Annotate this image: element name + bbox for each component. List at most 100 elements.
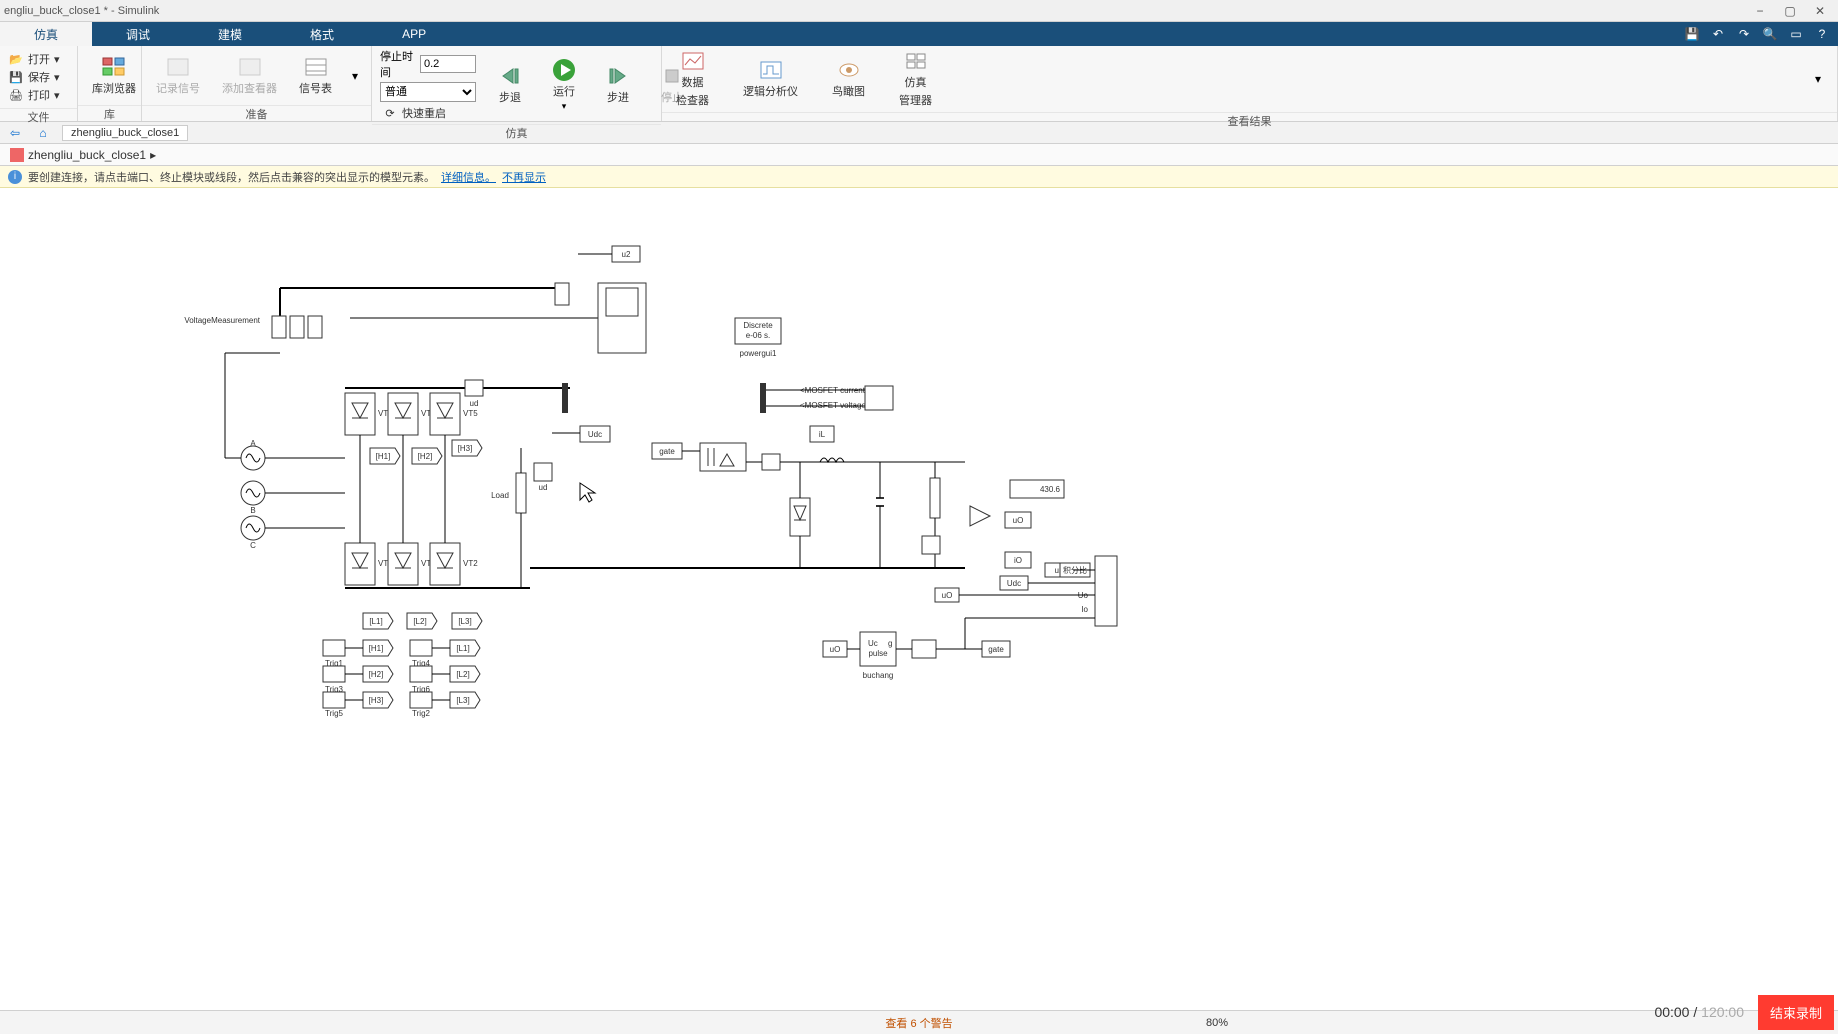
fast-restart-button[interactable]: ⟳快速重启 [380,104,476,122]
goto-l3[interactable]: [L3] [452,613,482,629]
block-mosfet[interactable] [700,443,746,471]
results-expand-button[interactable]: ▾ [1815,72,1829,86]
svg-text:[H1]: [H1] [376,452,391,461]
svg-text:[L3]: [L3] [458,617,471,626]
add-viewer-button[interactable]: 添加查看器 [216,54,283,98]
log-signal-button[interactable]: 记录信号 [150,54,206,98]
svg-text:430.6: 430.6 [1040,485,1061,494]
open-button[interactable]: 📂打开▾ [6,50,62,68]
block-vt6[interactable]: VT6 [388,543,436,585]
block-mosfet-demux[interactable]: <MOSFET current> <MOSFET voltage> [760,383,893,413]
block-source-b[interactable]: B [241,481,265,515]
block-voltage-sensor-ud[interactable]: ud [534,463,552,492]
block-uo-from[interactable]: uO [823,641,847,657]
trig-generators[interactable]: Trig1 Trig3 Trig5 Trig4 Trig6 Trig2 [H1]… [323,640,480,718]
tab-debug[interactable]: 调试 [92,22,184,46]
svg-text:g: g [888,639,892,648]
help-icon[interactable]: ? [1812,24,1832,44]
save-button[interactable]: 💾保存▾ [6,68,62,86]
block-display[interactable]: 430.6 [1010,480,1064,498]
block-diode[interactable] [790,498,810,536]
goto-l1[interactable]: [L1] [363,613,393,629]
block-gain1[interactable] [970,506,990,526]
save-label: 保存 [28,69,50,85]
nav-path[interactable]: zhengliu_buck_close1 [62,125,188,141]
step-forward-button[interactable]: 步进 [598,63,638,107]
goto-il[interactable]: iL [810,426,834,442]
block-load[interactable]: Load [491,448,526,588]
sim-mode-select[interactable]: 普通 [380,82,476,102]
group-prepare-label: 准备 [142,105,371,121]
step-back-label: 步退 [499,89,521,105]
svg-text:[H1]: [H1] [369,644,384,653]
goto-l2[interactable]: [L2] [407,613,437,629]
print-button[interactable]: 🖨打印▾ [6,86,62,104]
bird-eye-label: 鸟瞰图 [832,83,865,99]
status-warning-link[interactable]: 查看 6 个警告 [885,1015,952,1031]
end-record-button[interactable]: 结束录制 [1758,995,1834,1030]
nav-back-button[interactable]: ⇦ [6,124,24,142]
block-gate-from[interactable]: gate [652,443,682,459]
undo-icon[interactable]: ↶ [1708,24,1728,44]
data-inspector-button[interactable]: 数据 检查器 [670,48,715,110]
step-back-button[interactable]: 步退 [490,63,530,107]
tab-format[interactable]: 格式 [276,22,368,46]
block-u2-goto[interactable]: u2 [578,246,640,262]
block-source-c[interactable]: C [241,516,265,550]
logic-analyzer-icon [757,59,785,81]
run-button[interactable]: 运行▾ [544,57,584,114]
block-vt4[interactable]: VT4 [345,543,393,585]
prepare-expand-button[interactable]: ▾ [348,69,362,83]
folder-open-icon: 📂 [8,51,24,67]
zoom-level[interactable]: 80% [1206,1017,1228,1029]
goto-udc[interactable]: Udc [580,426,610,442]
signal-table-button[interactable]: 信号表 [293,54,338,98]
block-inductor[interactable] [820,458,844,462]
nav-up-button[interactable]: ⌂ [34,124,52,142]
tab-modeling[interactable]: 建模 [184,22,276,46]
block-powergui[interactable]: Discrete e-06 s. powergui1 [735,318,781,358]
goto-gate[interactable]: gate [982,641,1010,657]
play-icon [550,59,578,81]
group-library-label: 库 [78,105,141,121]
close-button[interactable]: ✕ [1806,2,1834,20]
block-vt1[interactable]: VT1 [345,393,393,435]
model-tab[interactable]: zhengliu_buck_close1 ▸ [6,146,160,164]
svg-text:iO: iO [1014,556,1022,565]
search-icon[interactable]: 🔍 [1760,24,1780,44]
redo-icon[interactable]: ↷ [1734,24,1754,44]
block-current-meas2[interactable] [762,454,780,470]
svg-text:powergui1: powergui1 [740,349,777,358]
bird-eye-button[interactable]: 鸟瞰图 [826,57,871,101]
logic-analyzer-button[interactable]: 逻辑分析仪 [737,57,804,101]
block-current-sensor[interactable] [465,380,483,396]
block-vt3[interactable]: VT3 [388,393,436,435]
tab-simulate[interactable]: 仿真 [0,22,92,46]
library-browser-button[interactable]: 库浏览器 [86,54,142,98]
model-canvas[interactable]: VoltageMeasurement u2 A [0,188,1838,1010]
minimize-button[interactable]: − [1746,2,1774,20]
block-capacitor[interactable] [876,462,884,568]
sim-manager-button[interactable]: 仿真 管理器 [893,48,938,110]
block-source-a[interactable]: A [241,439,265,470]
block-vt2[interactable]: VT2 [430,543,478,585]
maximize-button[interactable]: ▢ [1776,2,1804,20]
banner-dismiss-link[interactable]: 不再显示 [502,169,546,185]
signal-table-label: 信号表 [299,80,332,96]
log-signal-icon [164,56,192,78]
save-quick-icon[interactable]: 💾 [1682,24,1702,44]
block-vout-sensor[interactable] [922,536,940,554]
block-voltage-measurement[interactable]: VoltageMeasurement [184,316,322,338]
svg-text:A: A [250,439,256,448]
stop-time-input[interactable] [420,55,476,73]
goto-h1[interactable]: [H1] [370,448,400,464]
svg-text:[L2]: [L2] [456,670,469,679]
goto-io[interactable]: iO [1005,552,1031,568]
goto-h3[interactable]: [H3] [452,440,482,456]
goto-h2[interactable]: [H2] [412,448,442,464]
block-mux[interactable] [562,383,568,413]
banner-details-link[interactable]: 详细信息。 [441,169,496,185]
goto-uo[interactable]: uO [1005,512,1031,528]
tab-app[interactable]: APP [368,22,460,46]
comment-icon[interactable]: ▭ [1786,24,1806,44]
